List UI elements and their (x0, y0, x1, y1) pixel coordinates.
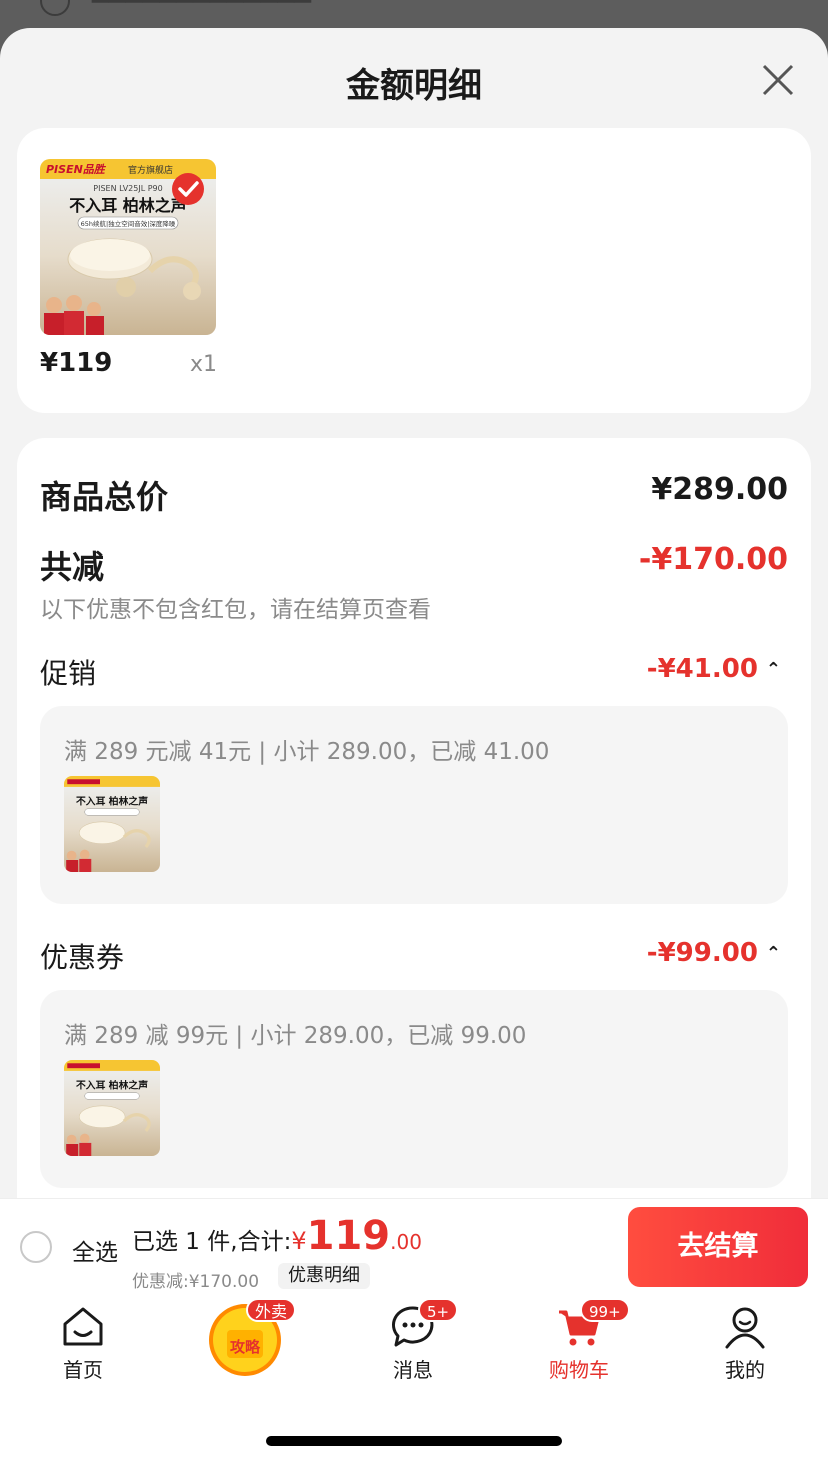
product-headline-small: 不入耳 柏林之声 (76, 794, 148, 807)
reduction-note: 以下优惠不包含红包，请在结算页查看 (40, 597, 431, 623)
tab-cart-badge: 99+ (580, 1298, 630, 1322)
total-integer: 119 (306, 1213, 391, 1259)
product-thumbnail[interactable]: PISEN品胜 官方旗舰店 PISEN LV25JL P90 不入耳 柏林之声 … (40, 159, 216, 335)
total-reduction-label: 共减 (40, 548, 105, 586)
promotion-product-thumbnail[interactable]: 不入耳 柏林之声 (64, 776, 160, 872)
product-image-small: 不入耳 柏林之声 (64, 1060, 160, 1156)
amount-detail-sheet: 金额明细 PISEN品胜 官方旗舰店 PISEN LV25JL P90 不入耳 … (0, 28, 828, 1200)
product-quantity: x1 (190, 352, 218, 377)
coupon-amount: -¥99.00 (646, 938, 758, 968)
coupon-label: 优惠券 (40, 941, 125, 974)
chevron-up-icon: ⌃ (765, 943, 781, 964)
total-reduction-value: -¥170.00 (638, 542, 788, 577)
coupon-detail: 满 289 减 99元 | 小计 289.00，已减 99.00 (64, 1023, 527, 1049)
currency-symbol: ¥ (291, 1227, 307, 1255)
tab-messages[interactable]: 消息 5+ (358, 1298, 468, 1384)
product-image-small: 不入耳 柏林之声 (64, 776, 160, 872)
total-decimal: .00 (390, 1230, 422, 1254)
close-icon (762, 64, 794, 96)
tab-profile-label: 我的 (725, 1358, 765, 1382)
home-indicator (266, 1436, 562, 1446)
price-detail-card: 商品总价 ¥289.00 共减 -¥170.00 以下优惠不包含红包，请在结算页… (17, 438, 811, 1200)
tab-home-label: 首页 (63, 1358, 103, 1382)
promotion-toggle[interactable]: -¥41.00 ⌃ (647, 654, 781, 684)
product-brand: PISEN品胜 (46, 163, 107, 176)
product-card: PISEN品胜 官方旗舰店 PISEN LV25JL P90 不入耳 柏林之声 … (17, 128, 811, 413)
discount-detail-button[interactable]: 优惠明细 (278, 1263, 370, 1289)
promotion-amount: -¥41.00 (646, 654, 758, 684)
selected-count-label: 已选 1 件,合计: (132, 1229, 292, 1255)
tab-guide-label: 攻略 (230, 1338, 261, 1356)
selected-check-icon (172, 173, 204, 205)
product-features: 65h续航|独立空间音效|深度降噪 (81, 219, 176, 228)
tab-messages-badge: 5+ (418, 1298, 459, 1322)
tab-profile[interactable]: 我的 (690, 1304, 800, 1384)
total-price-label: 商品总价 (40, 478, 169, 516)
background-radio (40, 0, 70, 16)
home-icon (63, 1307, 103, 1346)
coupon-box: 满 289 减 99元 | 小计 289.00，已减 99.00 不入耳 柏林之… (40, 990, 788, 1188)
coupon-toggle[interactable]: -¥99.00 ⌃ (647, 938, 781, 968)
tab-guide[interactable]: 攻略 外卖 (190, 1294, 300, 1376)
total-price-value: ¥289.00 (651, 472, 788, 507)
sheet-title: 金额明细 (346, 66, 482, 106)
checkout-button[interactable]: 去结算 (628, 1207, 808, 1287)
close-button[interactable] (756, 58, 800, 102)
checkout-bar: 全选 已选 1 件,合计:¥119.00 优惠减:¥170.00 优惠明细 去结… (0, 1198, 828, 1294)
select-all-label[interactable]: 全选 (72, 1233, 118, 1267)
product-model: PISEN LV25JL P90 (93, 184, 162, 193)
product-price: ¥119 (40, 348, 113, 378)
coupon-product-thumbnail[interactable]: 不入耳 柏林之声 (64, 1060, 160, 1156)
product-store-tag: 官方旗舰店 (128, 164, 173, 176)
selected-total: 已选 1 件,合计:¥119.00 (132, 1213, 422, 1259)
tab-cart-label: 购物车 (549, 1358, 609, 1382)
discount-summary: 优惠减:¥170.00 (132, 1272, 260, 1292)
chevron-up-icon: ⌃ (765, 659, 781, 680)
tab-messages-label: 消息 (393, 1358, 433, 1382)
user-icon (725, 1307, 765, 1349)
promotion-label: 促销 (40, 657, 97, 690)
promotion-box: 满 289 元减 41元 | 小计 289.00，已减 41.00 不入耳 柏林… (40, 706, 788, 904)
product-headline-small: 不入耳 柏林之声 (76, 1078, 148, 1091)
select-all-radio[interactable] (20, 1231, 52, 1263)
tab-guide-badge: 外卖 (246, 1298, 297, 1322)
tab-cart[interactable]: 购物车 99+ (524, 1298, 634, 1384)
background-text: ━━━━━━━━━━━━━ (92, 0, 312, 17)
promotion-detail: 满 289 元减 41元 | 小计 289.00，已减 41.00 (64, 739, 550, 765)
tab-home[interactable]: 首页 (28, 1304, 138, 1384)
